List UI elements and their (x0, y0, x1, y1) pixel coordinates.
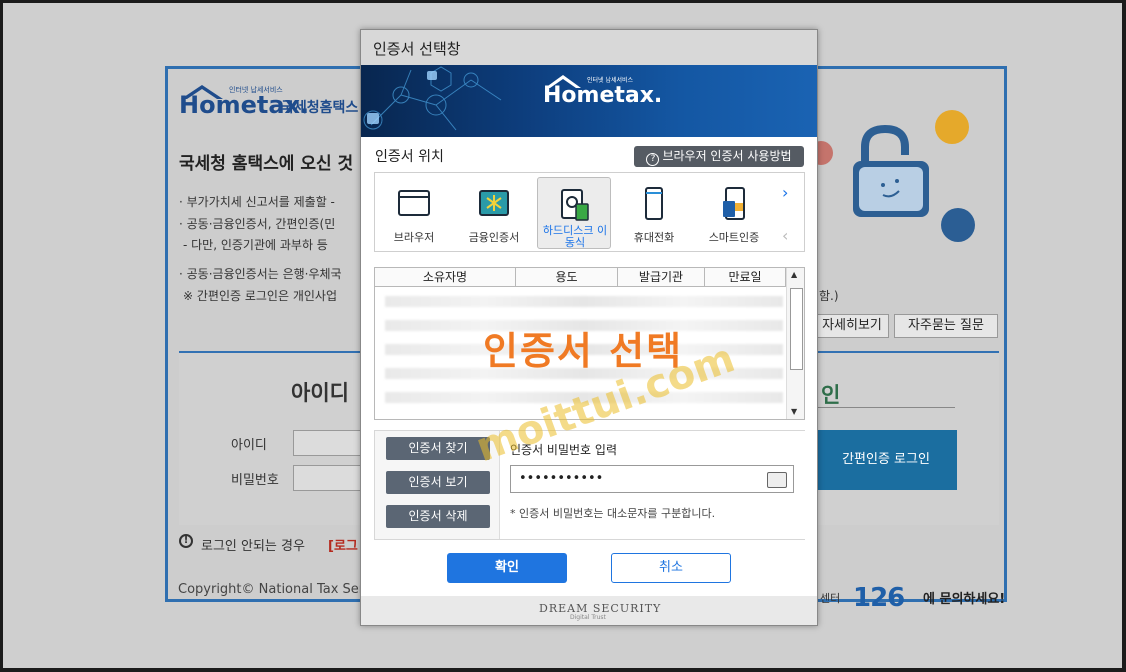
simple-auth-login-button[interactable]: 간편인증 로그인 (815, 430, 957, 490)
certificate-select-dialog: 인증서 선택창 인터넷 납세서비스 Hometax. 인증서 위치 ? 브라우저 … (360, 29, 818, 626)
notice-bullet-3: - 다만, 인증기관에 과부하 등 (183, 238, 328, 252)
banner-hometax-logo: Hometax. (543, 83, 663, 108)
confirm-button[interactable]: 확인 (447, 553, 567, 583)
password-case-note: * 인증서 비밀번호는 대소문자를 구분합니다. (510, 507, 716, 520)
financial-certificate-icon (479, 190, 509, 216)
dialog-footer: DREAM SECURITY Digital Trust (361, 596, 817, 625)
scrollbar-thumb[interactable] (790, 288, 803, 370)
copyright: Copyright© National Tax Servi (178, 582, 376, 597)
dreamsecurity-tagline: Digital Trust (570, 614, 606, 621)
info-icon: ! (179, 534, 193, 548)
call-center-label: 센터 (820, 592, 841, 605)
notice-bullet-4: · 공동·금융인증서는 은행·우체국 (179, 267, 342, 281)
dialog-title-bar[interactable]: 인증서 선택창 (361, 30, 817, 65)
notice-bullet-5: ※ 간편인증 로그인은 개인사업 (183, 289, 337, 303)
location-smart-auth-label: 스마트인증 (708, 231, 760, 244)
view-certificate-button[interactable]: 인증서 보기 (386, 471, 490, 494)
detail-view-button[interactable]: 자세히보기 (815, 314, 889, 338)
notice-bullet-tail: 함.) (819, 289, 839, 303)
cancel-button[interactable]: 취소 (611, 553, 731, 583)
call-center-suffix: 에 문의하세요! (923, 592, 1006, 607)
certificate-location-label: 인증서 위치 (375, 149, 444, 165)
id-label: 아이디 (231, 438, 267, 453)
location-financial-cert-label: 금융인증서 (468, 231, 520, 244)
table-row[interactable] (385, 296, 783, 307)
dialog-title: 인증서 선택창 (373, 40, 461, 58)
id-login-heading: 아이디 (291, 381, 349, 405)
login-help-link[interactable]: [로그 (328, 535, 358, 554)
page-hero-title: 국세청 홈택스에 오신 것 (179, 154, 354, 174)
location-mobile-label: 휴대전화 (633, 231, 675, 244)
location-financial-cert[interactable]: 금융인증서 (457, 177, 531, 249)
simple-login-heading: 인 (821, 383, 841, 407)
dialog-banner: 인터넷 납세서비스 Hometax. (361, 65, 817, 137)
location-smart-auth[interactable]: 스마트인증 (697, 177, 771, 249)
smart-auth-icon (723, 187, 745, 220)
column-owner[interactable]: 소유자명 (375, 268, 516, 287)
user-badge-icon (935, 110, 969, 144)
security-network-graphic-icon (363, 66, 502, 131)
divider (815, 407, 955, 408)
scroll-down-icon[interactable]: ▼ (791, 407, 797, 416)
help-circle-icon: ? (646, 153, 660, 166)
location-mobile-phone[interactable]: 휴대전화 (617, 177, 691, 249)
password-label: 비밀번호 (231, 473, 279, 488)
location-browser-label: 브라우저 (393, 231, 435, 244)
password-input[interactable] (293, 465, 363, 491)
delete-certificate-button[interactable]: 인증서 삭제 (386, 505, 490, 528)
chevron-right-icon[interactable]: › (782, 183, 788, 202)
column-issuer[interactable]: 발급기관 (618, 268, 705, 287)
notice-bullet-1: · 부가가치세 신고서를 제출할 - (179, 195, 335, 209)
location-browser[interactable]: 브라우저 (377, 177, 451, 249)
call-center-number: 126 (853, 583, 905, 613)
help-button-label: 브라우저 인증서 사용방법 (662, 149, 792, 163)
virtual-keyboard-icon[interactable] (767, 472, 787, 488)
password-value: ••••••••••• (519, 471, 604, 486)
id-input[interactable] (293, 430, 363, 456)
mobile-phone-icon (645, 187, 663, 220)
chevron-left-icon[interactable]: ‹ (782, 226, 788, 245)
browser-window-icon (398, 190, 430, 216)
scroll-up-icon[interactable]: ▲ (791, 270, 797, 279)
browser-cert-help-button[interactable]: ? 브라우저 인증서 사용방법 (634, 146, 804, 167)
column-usage[interactable]: 용도 (516, 268, 618, 287)
column-expiry[interactable]: 만료일 (705, 268, 786, 287)
certificate-password-input[interactable]: ••••••••••• (510, 465, 794, 493)
lock-badge-icon (941, 208, 975, 242)
table-scrollbar[interactable]: ▲ ▼ (786, 268, 804, 419)
faq-button[interactable]: 자주묻는 질문 (894, 314, 998, 338)
login-help-text: 로그인 안되는 경우 (201, 539, 305, 554)
certificate-password-area: 인증서 찾기 인증서 보기 인증서 삭제 인증서 비밀번호 입력 •••••••… (374, 430, 805, 540)
notice-bullet-2: · 공동·금융인증서, 간편인증(민 (179, 217, 336, 231)
hometax-logo-subtitle: 국세청홈택스 (281, 100, 359, 116)
location-harddisk-removable[interactable]: 하드디스크 이동식 (537, 177, 611, 249)
certificate-location-selector: 브라우저 금융인증서 하드디스크 이동식 휴대전화 스마트인증 (374, 172, 805, 252)
location-harddisk-label: 하드디스크 이동식 (542, 224, 608, 249)
harddisk-usb-icon (561, 189, 589, 221)
padlock-illustration-icon (853, 125, 929, 217)
